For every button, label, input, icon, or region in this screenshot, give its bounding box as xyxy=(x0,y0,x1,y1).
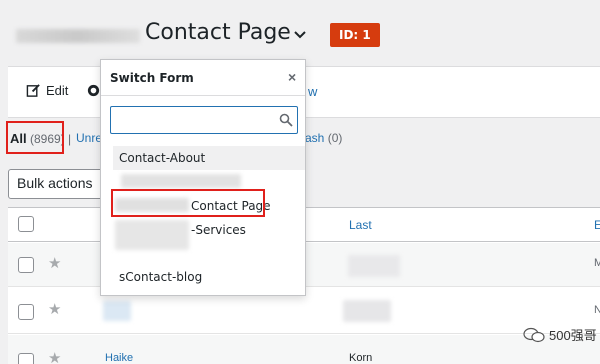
dropdown-title: Switch Form xyxy=(110,71,194,85)
star-icon[interactable]: ★ xyxy=(48,349,61,364)
wechat-icon xyxy=(523,327,545,342)
watermark: 500强哥 xyxy=(523,325,597,344)
blurred-form-name xyxy=(121,174,241,188)
row-checkbox[interactable] xyxy=(18,353,34,364)
page-title: Contact Page xyxy=(145,20,291,45)
highlight-all-count xyxy=(6,121,64,154)
filter-trash[interactable]: ash (0) xyxy=(305,131,342,145)
watermark-text: 500强哥 xyxy=(549,328,597,343)
row-name[interactable]: Haike xyxy=(105,352,133,364)
select-all-checkbox[interactable] xyxy=(18,216,34,232)
form-option[interactable]: sContact-blog xyxy=(113,265,305,289)
edit-label: Edit xyxy=(46,83,69,98)
title-bar: Contact Page ID: 1 xyxy=(0,0,600,66)
row-checkbox[interactable] xyxy=(18,257,34,273)
highlight-contact-page xyxy=(111,189,265,217)
row-last: Korn xyxy=(349,352,373,364)
form-search-input[interactable] xyxy=(110,106,298,134)
edit-button[interactable]: Edit xyxy=(26,83,68,98)
blurred-site-name xyxy=(16,29,140,43)
filter-unread[interactable]: Unre xyxy=(76,131,102,145)
blurred-last xyxy=(348,255,400,277)
filter-trash-count: (0) xyxy=(327,131,343,145)
row-partial: N xyxy=(594,304,600,316)
blurred-last xyxy=(343,300,391,322)
dropdown-header: Switch Form × xyxy=(101,60,305,96)
row-checkbox[interactable] xyxy=(18,304,34,320)
form-option-label: -Services xyxy=(191,223,246,237)
blurred-form-prefix xyxy=(115,220,189,250)
filter-trash-label: ash xyxy=(305,131,325,145)
form-option[interactable]: Contact-About xyxy=(113,146,305,170)
form-option[interactable]: -Services xyxy=(113,218,305,250)
row-partial: M xyxy=(594,257,600,269)
close-icon[interactable]: × xyxy=(288,69,296,85)
id-badge: ID: 1 xyxy=(330,23,380,47)
switch-form-dropdown: Switch Form × Contact-About Contact Page… xyxy=(100,59,306,296)
gear-icon xyxy=(87,84,100,97)
column-last[interactable]: Last xyxy=(349,218,372,232)
edit-icon xyxy=(26,84,40,97)
search-icon xyxy=(279,113,293,127)
table-row[interactable]: ★ Haike Korn xyxy=(8,335,600,364)
filter-separator: | xyxy=(68,132,72,146)
star-icon[interactable]: ★ xyxy=(48,300,61,318)
chevron-down-icon[interactable] xyxy=(292,26,308,42)
star-icon[interactable]: ★ xyxy=(48,254,61,272)
blurred-name xyxy=(103,301,131,321)
column-partial[interactable]: E xyxy=(594,218,600,232)
toolbar-partial-link[interactable]: w xyxy=(308,84,317,99)
